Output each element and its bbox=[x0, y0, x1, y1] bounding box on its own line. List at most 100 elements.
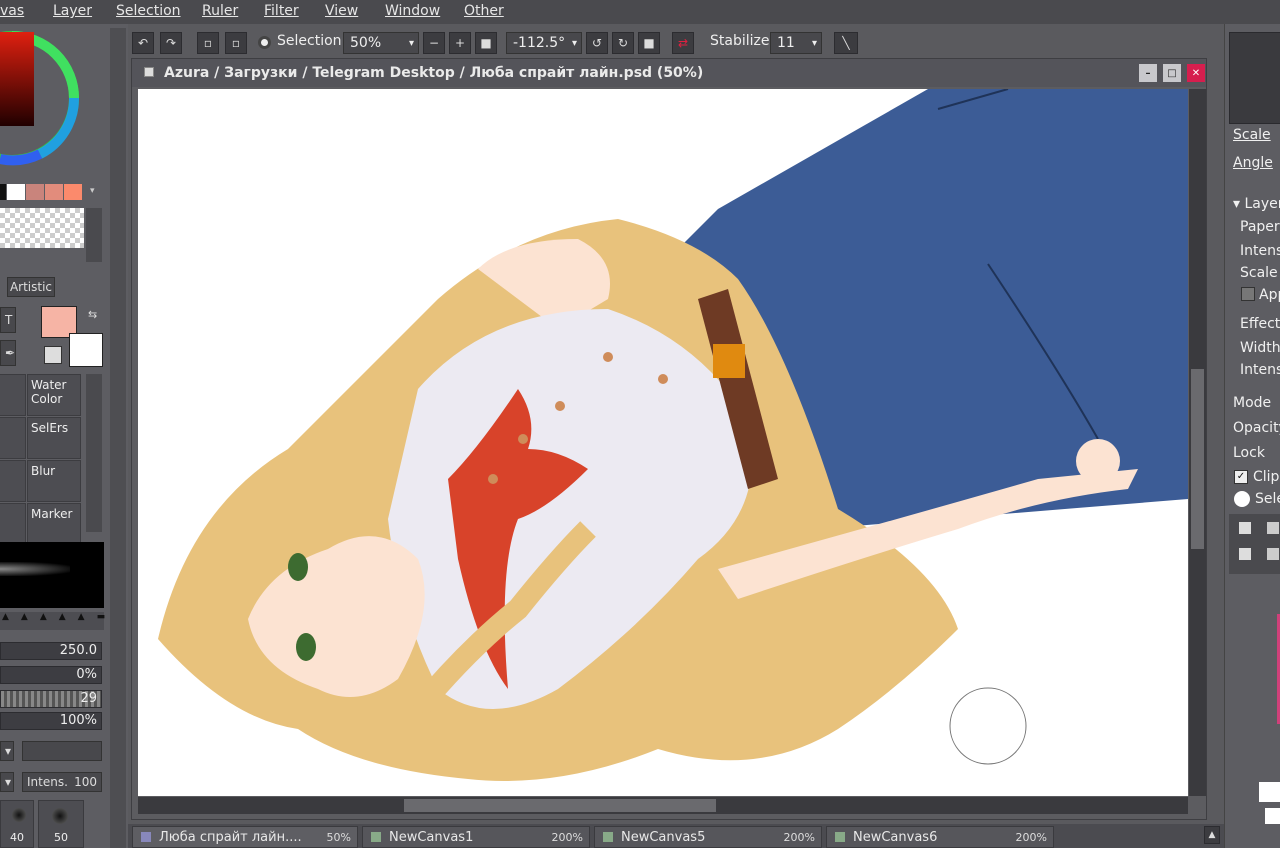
tool-text-button[interactable]: T bbox=[0, 307, 16, 333]
chevron-down-icon[interactable]: ▾ bbox=[90, 186, 95, 196]
deselect-icon: ▫ bbox=[203, 36, 213, 50]
swatch-salmon[interactable] bbox=[45, 184, 63, 200]
copy-layer-icon[interactable] bbox=[1239, 548, 1251, 560]
secondary-color-box[interactable] bbox=[69, 333, 103, 367]
merge-layer-icon[interactable] bbox=[1267, 548, 1279, 560]
menu-filter[interactable]: Filter bbox=[264, 3, 299, 19]
rotate-reset-button[interactable]: ■ bbox=[638, 32, 660, 54]
selection-source-radio[interactable] bbox=[1234, 491, 1250, 507]
texture-dropdown[interactable]: ▾ bbox=[0, 741, 14, 761]
new-folder-icon[interactable] bbox=[1267, 522, 1279, 534]
brush-list-scrollbar[interactable] bbox=[86, 374, 102, 532]
deselect-button[interactable]: ▫ bbox=[197, 32, 219, 54]
document-icon bbox=[371, 832, 381, 842]
zoom-select[interactable]: 50% ▾ bbox=[343, 32, 419, 54]
intensity-field[interactable]: Intens. 100 bbox=[22, 772, 102, 792]
tab-doc-4[interactable]: NewCanvas6 200% bbox=[826, 826, 1054, 848]
chevron-down-icon: ▾ bbox=[408, 37, 414, 49]
color-swatch-row: ▾ bbox=[0, 182, 104, 202]
swatch-scrollbar[interactable] bbox=[86, 208, 102, 262]
undo-button[interactable]: ↶ bbox=[132, 32, 154, 54]
rotate-right-icon: ↻ bbox=[617, 36, 629, 50]
maximize-button[interactable]: □ bbox=[1163, 64, 1181, 82]
brush-slot-7[interactable]: dge bbox=[0, 503, 26, 545]
stabilizer-select[interactable]: 11 ▾ bbox=[770, 32, 822, 54]
tab-doc-2[interactable]: NewCanvas1 200% bbox=[362, 826, 590, 848]
line-tool-button[interactable]: ╲ bbox=[834, 32, 858, 54]
menu-other[interactable]: Other bbox=[464, 3, 504, 19]
menu-layer[interactable]: Layer bbox=[53, 3, 92, 19]
selection-source-label: Sele bbox=[1255, 491, 1280, 507]
transparent-color-toggle[interactable] bbox=[44, 346, 62, 364]
menu-selection[interactable]: Selection bbox=[116, 3, 181, 19]
brush-slot-5[interactable]: a- bbox=[0, 460, 26, 502]
zoom-out-button[interactable]: − bbox=[423, 32, 445, 54]
texture-select[interactable] bbox=[22, 741, 102, 761]
tab-doc-1[interactable]: Люба спрайт лайн.... 50% bbox=[132, 826, 358, 848]
blending-dropdown[interactable]: ▾ bbox=[0, 772, 14, 792]
chevron-down-icon: ▾ bbox=[5, 775, 12, 789]
color-wheel[interactable] bbox=[0, 28, 104, 178]
swatch-rose[interactable] bbox=[26, 184, 44, 200]
density-slider[interactable]: 29 bbox=[0, 690, 102, 708]
redo-button[interactable]: ↷ bbox=[160, 32, 182, 54]
opacity-slider[interactable]: 100% bbox=[0, 712, 102, 730]
document-title-bar[interactable]: Azura / Загрузки / Telegram Desktop / Лю… bbox=[132, 59, 1206, 87]
swap-colors-icon[interactable]: ⇆ bbox=[88, 308, 97, 321]
brush-slot-1[interactable]: n bbox=[0, 374, 26, 416]
right-layer-panel: Scale Angle ▾ Layer Paper Intens Scale A… bbox=[1224, 24, 1280, 848]
transparent-swatch-grid[interactable] bbox=[0, 208, 84, 248]
rotation-value: -112.5° bbox=[513, 35, 566, 51]
zoom-in-button[interactable]: + bbox=[449, 32, 471, 54]
layer-thumbnail-2[interactable] bbox=[1265, 808, 1280, 824]
rotate-right-button[interactable]: ↻ bbox=[612, 32, 634, 54]
menu-ruler[interactable]: Ruler bbox=[202, 3, 238, 19]
swatch-black[interactable] bbox=[0, 184, 6, 200]
tab-zoom: 200% bbox=[551, 830, 583, 844]
minus-icon: − bbox=[428, 36, 440, 50]
close-button[interactable]: ✕ bbox=[1187, 64, 1205, 82]
tab-name: NewCanvas5 bbox=[621, 829, 706, 845]
navigator-preview[interactable] bbox=[1229, 32, 1280, 124]
brush-watercolor[interactable]: Water Color bbox=[27, 374, 81, 416]
tab-doc-3[interactable]: NewCanvas5 200% bbox=[594, 826, 822, 848]
clipping-checkbox[interactable]: ✓ bbox=[1234, 470, 1248, 484]
menu-window[interactable]: Window bbox=[385, 3, 440, 19]
swatch-white[interactable] bbox=[7, 184, 25, 200]
swatch-coral[interactable] bbox=[64, 184, 82, 200]
menu-bar: vas Layer Selection Ruler Filter View Wi… bbox=[0, 0, 1280, 24]
layer-thumbnail[interactable] bbox=[1259, 782, 1280, 802]
chevron-down-icon: ▾ bbox=[5, 744, 12, 758]
invert-selection-button[interactable]: ▫ bbox=[225, 32, 247, 54]
new-layer-icon[interactable] bbox=[1239, 522, 1251, 534]
rotate-left-icon: ↺ bbox=[591, 36, 603, 50]
tabs-scroll-up-button[interactable]: ▲ bbox=[1204, 826, 1220, 844]
brush-shape-row[interactable]: ▲▲▲▲▲▬ bbox=[0, 612, 105, 630]
flip-canvas-button[interactable]: ⇄ bbox=[672, 32, 694, 54]
brush-slot-3[interactable]: en bbox=[0, 417, 26, 459]
brush-size-slider[interactable]: 250.0 bbox=[0, 642, 102, 660]
canvas-vertical-scrollbar[interactable] bbox=[1189, 89, 1206, 796]
brush-selers[interactable]: SelErs bbox=[27, 417, 81, 459]
drawing-canvas[interactable] bbox=[138, 89, 1188, 796]
minimize-button[interactable]: – bbox=[1139, 64, 1157, 82]
tab-artistic[interactable]: Artistic bbox=[7, 277, 55, 297]
min-size-slider[interactable]: 0% bbox=[0, 666, 102, 684]
zoom-reset-button[interactable]: ■ bbox=[475, 32, 497, 54]
brush-blur[interactable]: Blur bbox=[27, 460, 81, 502]
horizontal-scroll-thumb[interactable] bbox=[404, 799, 716, 812]
menu-view[interactable]: View bbox=[325, 3, 358, 19]
tool-pen-button[interactable]: ✒ bbox=[0, 340, 16, 366]
menu-canvas[interactable]: vas bbox=[0, 3, 24, 19]
layer-section-label[interactable]: ▾ Layer bbox=[1233, 196, 1280, 212]
color-wheel-area[interactable] bbox=[0, 28, 104, 178]
rotate-left-button[interactable]: ↺ bbox=[586, 32, 608, 54]
apply-checkbox[interactable] bbox=[1241, 287, 1255, 301]
rotation-select[interactable]: -112.5° ▾ bbox=[506, 32, 582, 54]
apply-label: App bbox=[1259, 287, 1280, 303]
vertical-scroll-thumb[interactable] bbox=[1191, 369, 1204, 549]
left-panel-scrollbar[interactable] bbox=[110, 28, 126, 848]
canvas-horizontal-scrollbar[interactable] bbox=[138, 797, 1188, 814]
selection-visibility-radio[interactable] bbox=[258, 36, 271, 49]
brush-marker[interactable]: Marker bbox=[27, 503, 81, 545]
